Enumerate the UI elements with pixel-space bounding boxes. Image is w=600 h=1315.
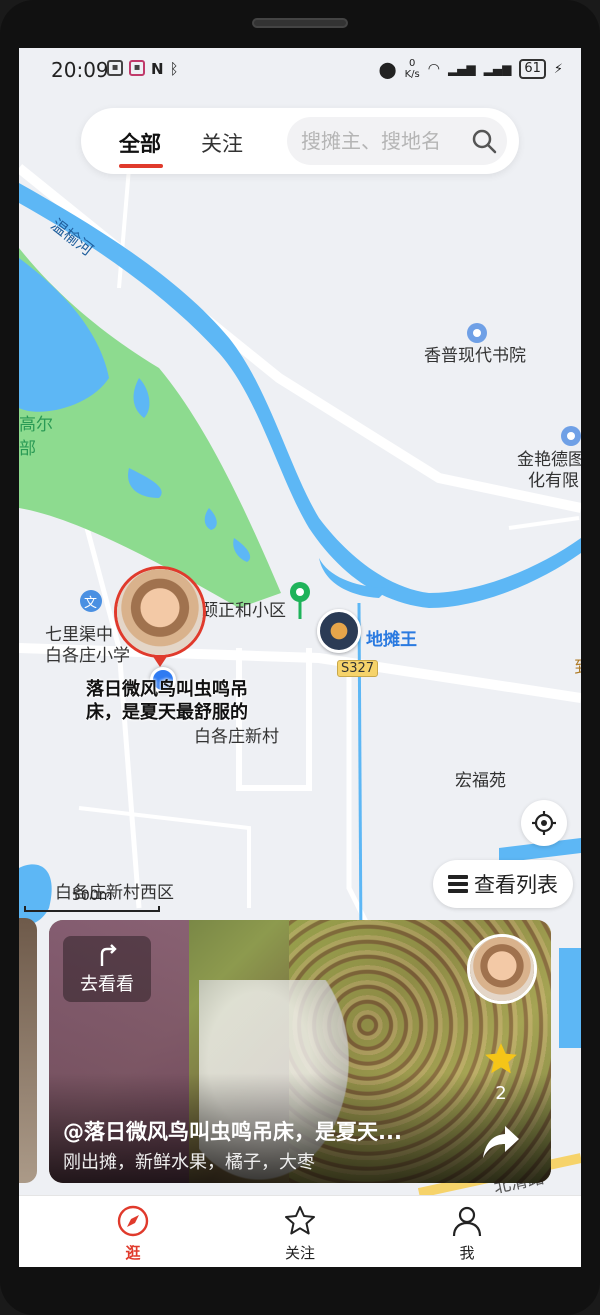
location-icon: ⬤ bbox=[378, 59, 397, 79]
status-right-icons: ⬤ 0 K/s ◠ ▂▄▆ ▂▄▆ 61 ⚡ bbox=[379, 58, 563, 80]
vendor-card[interactable]: 去看看 2 @落日微风鸟叫虫鸣吊床，是夏天... 刚出摊，新鲜水果，橘子，大枣 bbox=[49, 920, 551, 1183]
favorite-count: 2 bbox=[495, 1083, 507, 1104]
favorite-button[interactable]: 2 bbox=[481, 1040, 521, 1104]
card-title: @落日微风鸟叫虫鸣吊床，是夏天... bbox=[63, 1120, 402, 1144]
status-bar: 20:09 ▪ ▪ N ᛒ ⬤ 0 K/s ◠ ▂▄▆ ▂▄▆ 61 ⚡ bbox=[19, 48, 581, 92]
previous-card-peek[interactable] bbox=[19, 918, 37, 1183]
vendor-avatar-pin[interactable] bbox=[317, 609, 361, 653]
net-speed: 0 K/s bbox=[405, 58, 420, 80]
map-label-village: 白各庄新村 bbox=[194, 727, 279, 747]
map-label-jinyan-2: 化有限 bbox=[528, 471, 579, 491]
pin-tail bbox=[152, 655, 168, 667]
person-icon bbox=[452, 1206, 482, 1237]
view-list-label: 查看列表 bbox=[474, 873, 558, 897]
search-box[interactable] bbox=[287, 117, 507, 165]
nav-browse[interactable]: 逛 bbox=[93, 1204, 173, 1263]
road-sign-s327: S327 bbox=[337, 660, 379, 677]
battery-level: 61 bbox=[519, 59, 546, 79]
charging-icon: ⚡ bbox=[553, 61, 563, 77]
nav-me[interactable]: 我 bbox=[427, 1204, 507, 1263]
net-speed-value: 0 bbox=[408, 58, 416, 69]
nav-me-label: 我 bbox=[459, 1244, 475, 1262]
nfc-n-icon: N bbox=[151, 60, 164, 78]
signal-icon-2: ▂▄▆ bbox=[483, 62, 512, 76]
star-filled-icon bbox=[485, 1043, 517, 1074]
status-time: 20:09 bbox=[51, 58, 109, 82]
wifi-icon: ◠ bbox=[427, 61, 440, 77]
card-avatar-image bbox=[470, 937, 534, 1001]
turn-right-icon bbox=[100, 944, 117, 966]
net-speed-unit: K/s bbox=[404, 69, 420, 80]
phone-frame: 温榆河 香普现代书院 金艳德图 化有限 高尔 部 颐正和小区 文 七里渠中 白各… bbox=[0, 0, 600, 1315]
map-label-golf-2: 部 bbox=[19, 439, 36, 459]
map-pin-green-icon[interactable] bbox=[288, 581, 312, 621]
vendor-name-label[interactable]: 地摊王 bbox=[366, 625, 417, 650]
map-label-academy: 香普现代书院 bbox=[424, 346, 526, 366]
active-tab-indicator bbox=[119, 164, 163, 168]
list-icon bbox=[448, 875, 468, 893]
star-icon bbox=[285, 1206, 315, 1235]
pin-caption[interactable]: 落日微风鸟叫虫鸣吊床，是夏天最舒服的 bbox=[77, 678, 257, 724]
bottom-nav: 逛 关注 我 bbox=[19, 1195, 581, 1267]
card-subtitle: 刚出摊，新鲜水果，橘子，大枣 bbox=[63, 1152, 315, 1173]
user-avatar-pin[interactable] bbox=[114, 566, 206, 658]
map-scale: 500m bbox=[24, 888, 164, 914]
view-list-button[interactable]: 查看列表 bbox=[433, 860, 573, 908]
bluetooth-icon: ᛒ bbox=[169, 60, 179, 78]
compass-icon bbox=[117, 1205, 149, 1237]
signal-icon: ▂▄▆ bbox=[447, 62, 476, 76]
avatar-image bbox=[117, 569, 203, 655]
search-icon[interactable] bbox=[471, 128, 497, 154]
card-vendor-avatar[interactable] bbox=[467, 934, 537, 1004]
nav-browse-label: 逛 bbox=[125, 1244, 141, 1262]
scale-bar bbox=[24, 906, 160, 912]
nav-follow-label: 关注 bbox=[284, 1244, 315, 1262]
nav-follow[interactable]: 关注 bbox=[260, 1204, 340, 1263]
tab-follow[interactable]: 关注 bbox=[201, 128, 243, 158]
scale-label: 500m bbox=[72, 888, 113, 904]
map-label-hongfu: 宏福苑 bbox=[455, 771, 506, 791]
map-label-edge: 到 bbox=[574, 653, 581, 678]
map-label-community: 颐正和小区 bbox=[201, 601, 286, 621]
map-label-school-2: 白各庄小学 bbox=[45, 646, 130, 666]
locate-button[interactable] bbox=[521, 800, 567, 846]
search-input[interactable] bbox=[301, 129, 471, 153]
share-icon[interactable] bbox=[479, 1122, 523, 1162]
speaker-grille bbox=[252, 18, 348, 28]
map-label-golf-1: 高尔 bbox=[19, 415, 53, 435]
status-left-icons: ▪ ▪ N ᛒ bbox=[107, 60, 179, 78]
crosshair-icon bbox=[532, 811, 556, 835]
nfc-icon: ▪ bbox=[129, 60, 145, 76]
tab-all[interactable]: 全部 bbox=[119, 128, 161, 158]
go-see-button[interactable]: 去看看 bbox=[63, 936, 151, 1002]
screen: 温榆河 香普现代书院 金艳德图 化有限 高尔 部 颐正和小区 文 七里渠中 白各… bbox=[19, 48, 581, 1267]
go-see-label: 去看看 bbox=[80, 974, 134, 995]
top-tab-bar: 全部 关注 bbox=[81, 108, 519, 174]
hd-icon: ▪ bbox=[107, 60, 123, 76]
school-badge: 文 bbox=[84, 596, 98, 611]
